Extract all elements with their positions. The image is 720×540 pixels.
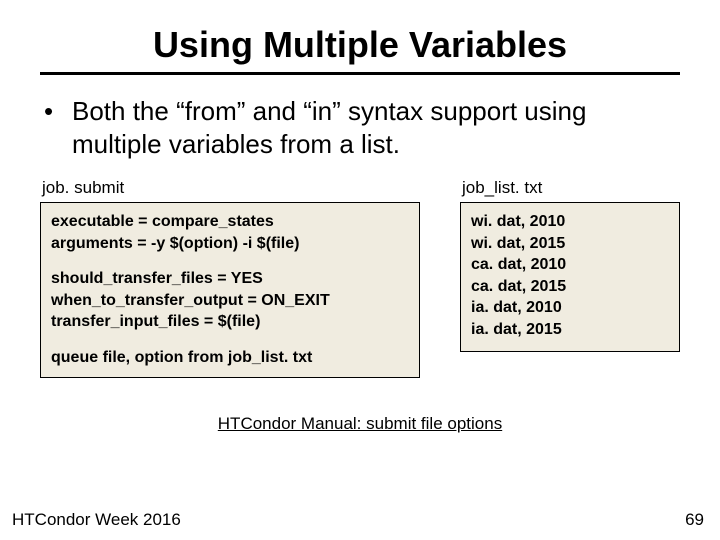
data-line: ca. dat, 2015 <box>471 276 669 298</box>
code-line: when_to_transfer_output = ON_EXIT <box>51 290 409 312</box>
left-box-label: job. submit <box>42 178 420 198</box>
right-box-label: job_list. txt <box>462 178 680 198</box>
blank-line <box>51 254 409 268</box>
left-column: job. submit executable = compare_states … <box>40 178 420 378</box>
list-file-box: wi. dat, 2010 wi. dat, 2015 ca. dat, 201… <box>460 202 680 352</box>
slide: Using Multiple Variables Both the “from”… <box>0 0 720 540</box>
code-line: should_transfer_files = YES <box>51 268 409 290</box>
columns: job. submit executable = compare_states … <box>40 178 680 378</box>
page-number: 69 <box>685 510 704 530</box>
code-line: arguments = -y $(option) -i $(file) <box>51 233 409 255</box>
code-line: queue file, option from job_list. txt <box>51 347 409 369</box>
data-line: ia. dat, 2015 <box>471 319 669 341</box>
data-line: ia. dat, 2010 <box>471 297 669 319</box>
code-line: executable = compare_states <box>51 211 409 233</box>
data-line: wi. dat, 2010 <box>471 211 669 233</box>
manual-link-row: HTCondor Manual: submit file options <box>40 414 680 434</box>
data-line: ca. dat, 2010 <box>471 254 669 276</box>
code-line: transfer_input_files = $(file) <box>51 311 409 333</box>
manual-link[interactable]: HTCondor Manual: submit file options <box>218 414 502 433</box>
slide-title: Using Multiple Variables <box>40 24 680 66</box>
bullet-text: Both the “from” and “in” syntax support … <box>40 95 680 160</box>
footer-left: HTCondor Week 2016 <box>12 510 181 530</box>
blank-line <box>51 333 409 347</box>
submit-file-box: executable = compare_states arguments = … <box>40 202 420 378</box>
title-rule <box>40 72 680 75</box>
data-line: wi. dat, 2015 <box>471 233 669 255</box>
right-column: job_list. txt wi. dat, 2010 wi. dat, 201… <box>460 178 680 352</box>
